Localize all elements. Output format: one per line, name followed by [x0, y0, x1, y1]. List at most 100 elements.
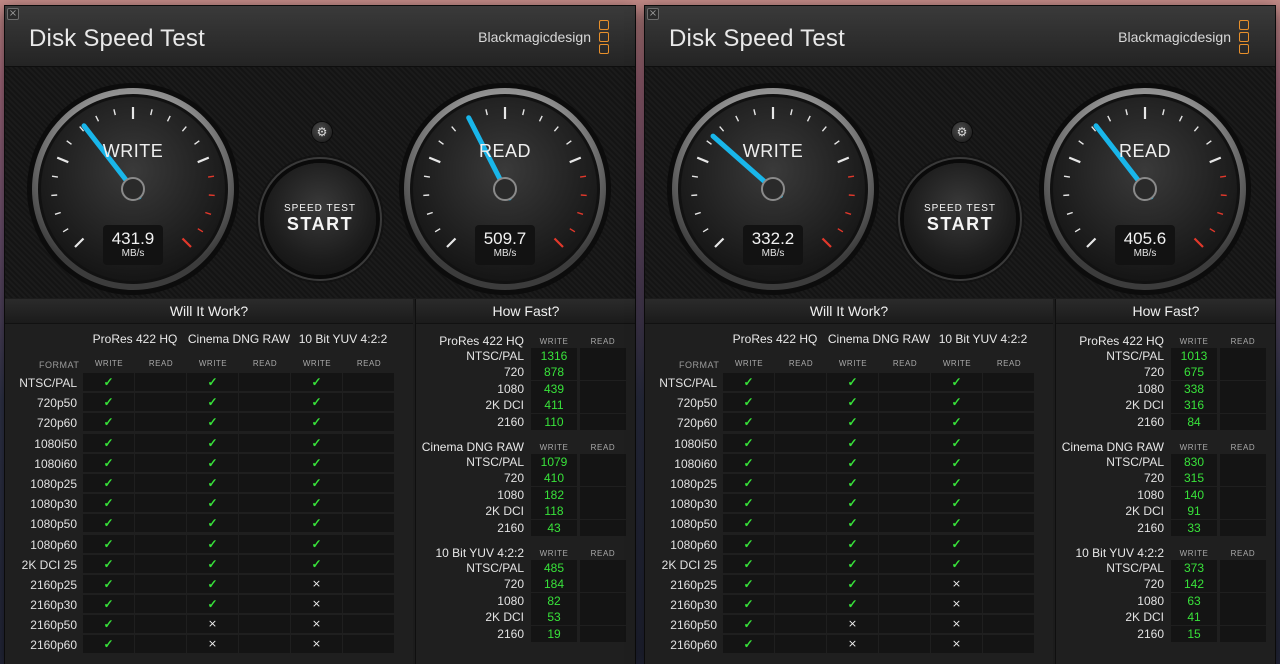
write-fps-value: 43 [531, 519, 577, 536]
read-cell [343, 514, 394, 533]
table-row: NTSC/PAL 373 [1056, 560, 1275, 576]
write-gauge-label: WRITE [742, 141, 804, 161]
read-fps-value [580, 503, 626, 520]
read-fps-value [580, 609, 626, 626]
read-cell [135, 595, 186, 614]
check-icon: ✓ [291, 473, 342, 492]
table-row: 2160 43 [416, 519, 635, 536]
read-cell [983, 433, 1034, 452]
table-row: 1080p25 ✓ ✓ ✓ [5, 473, 413, 493]
format-name: 2K DCI [1125, 398, 1164, 413]
settings-gear-icon[interactable]: ⚙ [951, 121, 973, 143]
check-icon: ✓ [723, 393, 774, 412]
start-button[interactable]: SPEED TEST START [264, 163, 376, 275]
format-name: 1080p50 [30, 517, 77, 532]
table-row: 720 675 [1056, 364, 1275, 381]
codec-header: Cinema DNG RAW [827, 332, 931, 346]
check-icon: ✓ [187, 473, 238, 492]
close-icon[interactable]: × [7, 8, 19, 20]
check-icon: ✓ [827, 433, 878, 452]
write-fps-value: 182 [531, 486, 577, 503]
table-row: 1080 82 [416, 592, 635, 609]
read-cell [879, 373, 930, 391]
write-fps-value: 82 [531, 592, 577, 609]
table-row: NTSC/PAL ✓ ✓ ✓ [5, 372, 413, 392]
table-row: 720p50 ✓ ✓ ✓ [5, 392, 413, 412]
check-icon: ✓ [83, 473, 134, 492]
table-row: 1080i60 ✓ ✓ ✓ [645, 453, 1053, 473]
cross-icon: × [187, 635, 238, 654]
read-cell [775, 595, 826, 614]
table-row: 1080p30 ✓ ✓ ✓ [645, 493, 1053, 513]
read-fps-value [1220, 576, 1266, 593]
read-gauge-label: READ [1118, 141, 1171, 161]
read-readout: 509.7 MB/s [475, 225, 535, 265]
check-icon: ✓ [723, 635, 774, 654]
format-name: 1080p60 [30, 537, 77, 552]
format-name: 2K DCI [1125, 610, 1164, 625]
read-cell [343, 373, 394, 391]
cross-icon: × [827, 615, 878, 634]
read-cell [879, 554, 930, 573]
write-fps-value: 33 [1171, 519, 1217, 536]
cross-icon: × [931, 615, 982, 634]
table-row: 2K DCI 118 [416, 503, 635, 520]
format-name: NTSC/PAL [466, 561, 524, 575]
how-fast-group: Cinema DNG RAW WRITE READ NTSC/PAL 830 7… [1056, 430, 1275, 536]
write-fps-value: 830 [1171, 454, 1217, 470]
write-fps-value: 338 [1171, 380, 1217, 397]
format-name: 720 [503, 471, 524, 486]
read-cell [343, 433, 394, 452]
table-row: 1080i50 ✓ ✓ ✓ [645, 433, 1053, 453]
close-icon[interactable]: × [647, 8, 659, 20]
write-fps-value: 184 [531, 576, 577, 593]
check-icon: ✓ [291, 534, 342, 553]
write-subheader: WRITE [94, 359, 124, 368]
write-fps-value: 19 [531, 625, 577, 642]
check-icon: ✓ [187, 494, 238, 513]
table-row: 2160p30 ✓ ✓ × [645, 594, 1053, 614]
read-cell [775, 473, 826, 492]
write-subheader: WRITE [1179, 549, 1209, 558]
read-cell [879, 494, 930, 513]
start-button-caption: SPEED TEST [923, 203, 997, 214]
read-cell [239, 393, 290, 412]
write-subheader: WRITE [539, 549, 569, 558]
write-subheader: WRITE [942, 359, 972, 368]
write-fps-value: 110 [531, 413, 577, 430]
format-name: 1080p30 [30, 497, 77, 512]
format-name: 1080 [1137, 593, 1164, 608]
start-button[interactable]: SPEED TEST START [904, 163, 1016, 275]
read-cell [879, 433, 930, 452]
format-column-header: FORMAT [679, 360, 720, 370]
table-row: 2160 19 [416, 625, 635, 642]
table-row: 720p60 ✓ ✓ ✓ [645, 412, 1053, 432]
table-row: 2K DCI 25 ✓ ✓ ✓ [645, 554, 1053, 574]
table-row: 1080p30 ✓ ✓ ✓ [5, 493, 413, 513]
read-cell [983, 595, 1034, 614]
format-name: 1080p30 [670, 497, 717, 512]
table-row: 1080 63 [1056, 592, 1275, 609]
read-fps-value [1220, 348, 1266, 364]
read-cell [135, 514, 186, 533]
read-fps-value [580, 380, 626, 397]
check-icon: ✓ [723, 554, 774, 573]
check-icon: ✓ [931, 554, 982, 573]
check-icon: ✓ [291, 433, 342, 452]
check-icon: ✓ [723, 373, 774, 391]
check-icon: ✓ [723, 473, 774, 492]
table-row: 1080p50 ✓ ✓ ✓ [645, 513, 1053, 533]
format-name: 720p50 [676, 396, 717, 411]
write-speed-value: 332.2 [751, 229, 795, 248]
read-subheader: READ [356, 359, 382, 368]
read-cell [879, 453, 930, 472]
settings-gear-icon[interactable]: ⚙ [311, 121, 333, 143]
format-name: 720p60 [36, 416, 77, 431]
codec-header: Cinema DNG RAW [187, 332, 291, 346]
read-cell [135, 433, 186, 452]
write-fps-value: 878 [531, 364, 577, 381]
format-column-header: FORMAT [39, 360, 80, 370]
read-cell [135, 554, 186, 573]
check-icon: ✓ [187, 393, 238, 412]
check-icon: ✓ [83, 453, 134, 472]
